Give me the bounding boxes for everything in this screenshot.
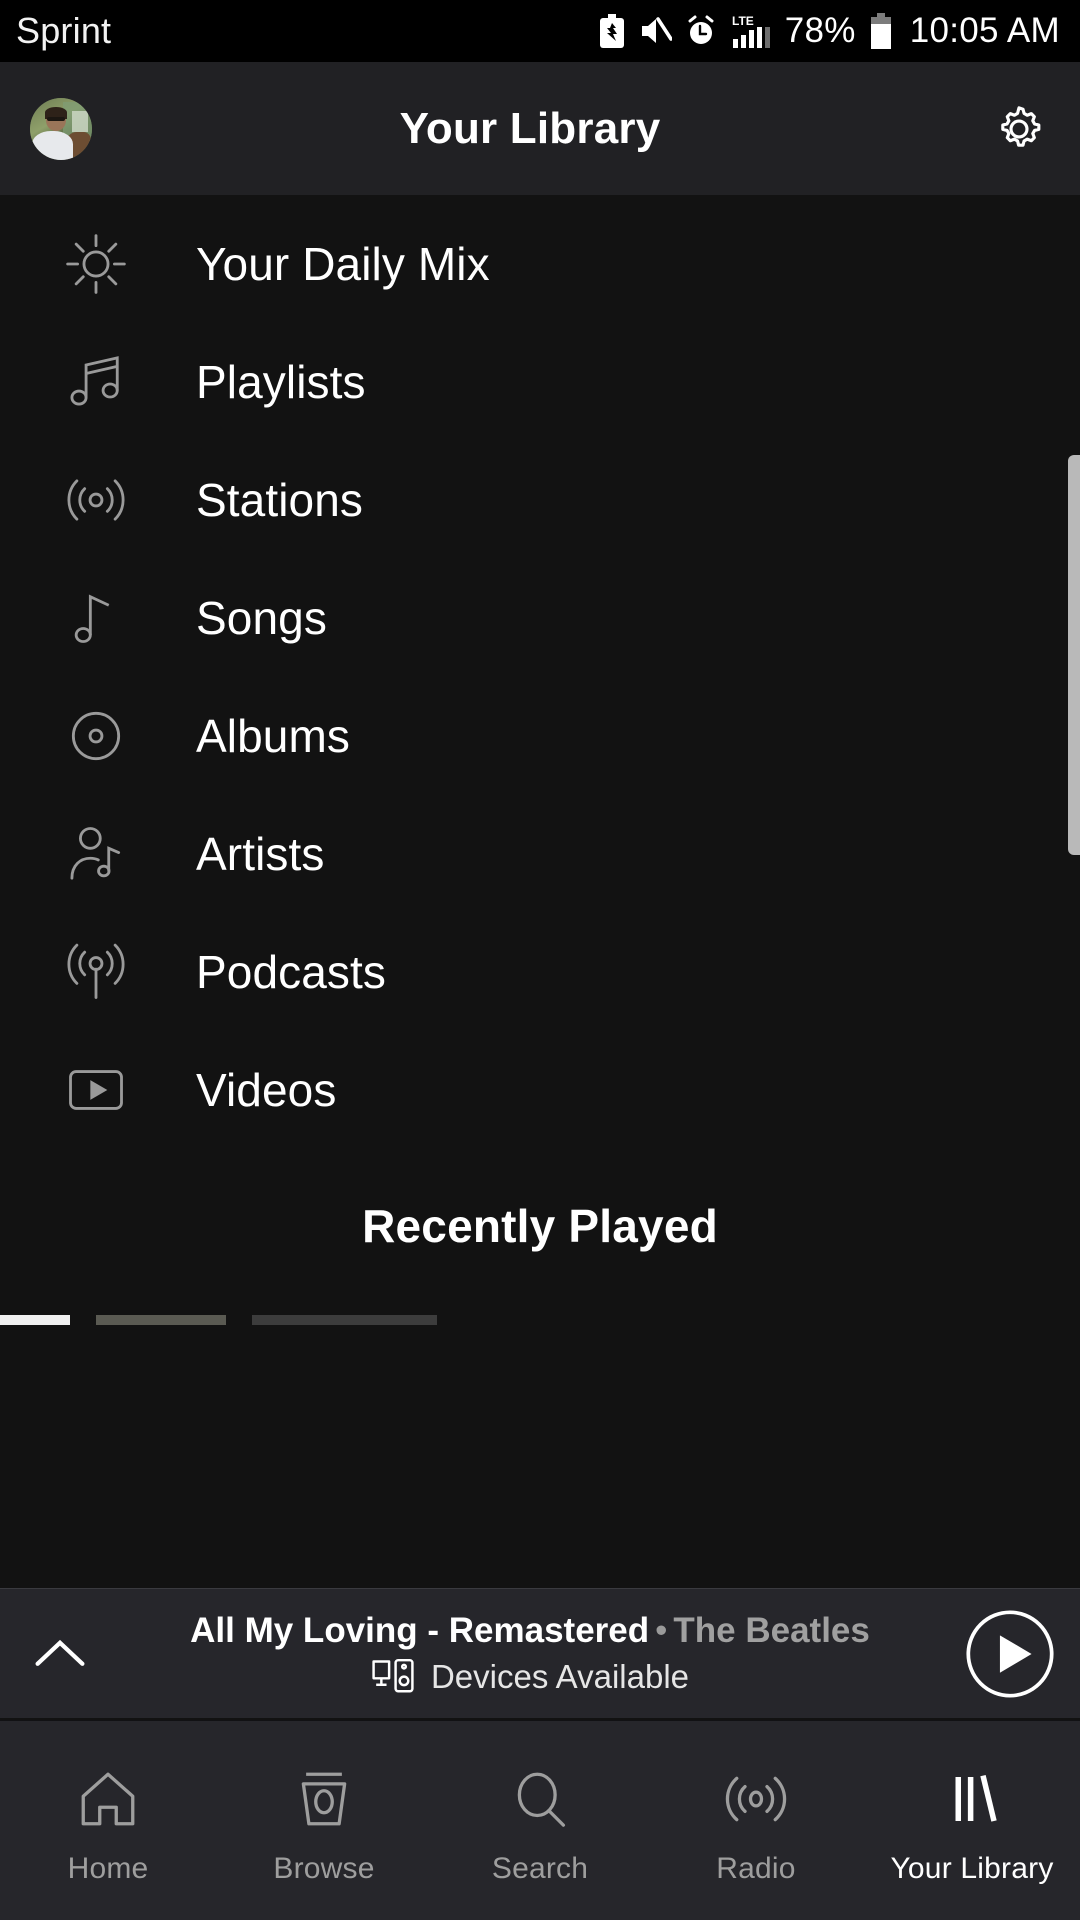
library-item-label: Videos — [196, 1064, 337, 1116]
library-item-label: Stations — [196, 474, 364, 526]
library-scroll-content[interactable]: Your Daily Mix Playlists Stations Songs … — [0, 195, 1080, 1588]
library-books-icon — [939, 1764, 1005, 1830]
radio-waves-icon — [723, 1764, 789, 1830]
battery-saver-icon — [599, 14, 624, 48]
lte-signal-icon: LTE — [732, 14, 770, 48]
recently-played-card[interactable] — [252, 1315, 437, 1325]
nav-item-search[interactable]: Search — [432, 1721, 648, 1920]
recently-played-card[interactable] — [96, 1315, 226, 1325]
play-icon — [966, 1609, 1054, 1698]
library-item-label: Podcasts — [196, 946, 387, 998]
recently-played-strip[interactable] — [0, 1315, 1080, 1325]
sun-icon — [58, 226, 134, 302]
gear-icon — [1001, 105, 1041, 147]
video-play-icon — [58, 1052, 134, 1128]
library-item-artists[interactable]: Artists — [0, 795, 1080, 913]
alarm-clock-icon — [688, 15, 714, 44]
now-playing-info[interactable]: All My Loving - Remastered • The Beatles D… — [120, 1611, 940, 1697]
library-item-videos[interactable]: Videos — [0, 1031, 1080, 1149]
library-item-label: Playlists — [196, 356, 366, 408]
status-bar: Sprint LTE 78% 10:05 AM — [0, 0, 1080, 62]
nav-label: Radio — [716, 1851, 796, 1885]
library-item-label: Albums — [196, 710, 350, 762]
library-item-songs[interactable]: Songs — [0, 559, 1080, 677]
devices-icon — [372, 1658, 414, 1692]
library-item-your-daily-mix[interactable]: Your Daily Mix — [0, 205, 1080, 323]
track-title: All My Loving - Remastered — [190, 1610, 650, 1650]
home-icon — [75, 1764, 141, 1830]
track-separator: • — [655, 1610, 668, 1650]
artist-person-note-icon — [58, 816, 134, 892]
nav-label: Your Library — [890, 1851, 1054, 1885]
page-title: Your Library — [399, 103, 661, 153]
library-item-podcasts[interactable]: Podcasts — [0, 913, 1080, 1031]
spotify-library-screen: Sprint LTE 78% 10:05 AM Your Library You… — [0, 0, 1080, 1920]
library-item-label: Songs — [196, 592, 327, 644]
music-note-icon — [58, 580, 134, 656]
broadcast-waves-icon — [58, 462, 134, 538]
library-list: Your Daily Mix Playlists Stations Songs … — [0, 195, 1080, 1149]
devices-available-label: Devices Available — [430, 1657, 690, 1695]
library-item-playlists[interactable]: Playlists — [0, 323, 1080, 441]
library-item-stations[interactable]: Stations — [0, 441, 1080, 559]
now-playing-bar[interactable]: All My Loving - Remastered • The Beatles D… — [0, 1588, 1080, 1718]
nav-item-your-library[interactable]: Your Library — [864, 1721, 1080, 1920]
svg-text:LTE: LTE — [732, 14, 754, 28]
recently-played-heading: Recently Played — [362, 1200, 718, 1252]
avatar[interactable] — [30, 97, 92, 160]
library-item-albums[interactable]: Albums — [0, 677, 1080, 795]
app-header: Your Library — [0, 62, 1080, 195]
browse-cup-icon — [291, 1764, 357, 1830]
nav-item-home[interactable]: Home — [0, 1721, 216, 1920]
recently-played-card[interactable] — [0, 1315, 70, 1325]
expand-player-button[interactable] — [0, 1634, 120, 1674]
podcast-antenna-icon — [58, 934, 134, 1010]
nav-label: Browse — [273, 1851, 375, 1885]
mute-icon — [641, 17, 672, 43]
nav-item-browse[interactable]: Browse — [216, 1721, 432, 1920]
vertical-scrollbar[interactable] — [1068, 455, 1080, 855]
devices-available-row[interactable]: Devices Available — [371, 1657, 689, 1697]
battery-icon — [870, 13, 891, 49]
double-music-note-icon — [58, 344, 134, 420]
carrier-label: Sprint — [16, 10, 112, 51]
library-item-label: Your Daily Mix — [196, 238, 490, 290]
play-button[interactable] — [940, 1608, 1080, 1700]
status-icons-group: LTE 78% 10:05 AM — [599, 11, 1060, 51]
nav-label: Search — [491, 1851, 589, 1885]
track-artist: The Beatles — [673, 1610, 870, 1650]
battery-percent-label: 78% — [784, 11, 856, 50]
bottom-navigation: Home Browse Search Radio Your Library — [0, 1720, 1080, 1920]
nav-label: Home — [67, 1851, 149, 1885]
nav-item-radio[interactable]: Radio — [648, 1721, 864, 1920]
settings-button[interactable] — [988, 98, 1050, 160]
library-item-label: Artists — [196, 828, 325, 880]
chevron-up-icon — [35, 1639, 85, 1666]
disc-icon — [58, 698, 134, 774]
clock-label: 10:05 AM — [909, 11, 1060, 50]
now-playing-track-line: All My Loving - Remastered • The Beatles — [190, 1611, 870, 1651]
search-icon — [507, 1764, 573, 1830]
